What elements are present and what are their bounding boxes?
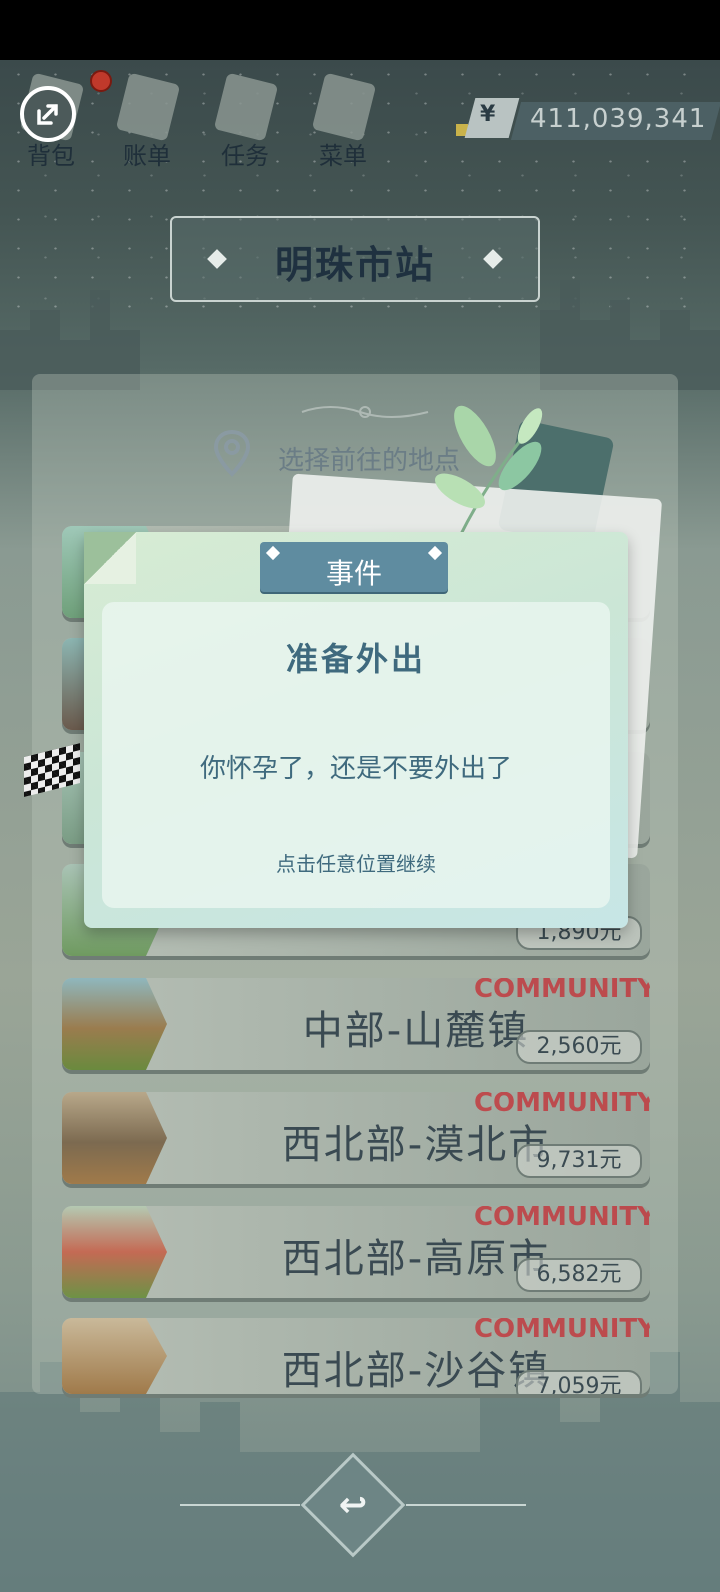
station-title-box: 明珠市站 xyxy=(170,216,540,302)
top-navigation: 背包 账单 任务 菜单 ¥ 411,039,341 xyxy=(0,60,720,170)
continue-hint: 点击任意位置继续 xyxy=(276,852,436,876)
currency-symbol: ¥ xyxy=(480,102,496,127)
nav-menu-label: 菜单 xyxy=(319,142,367,170)
nav-bill-label: 账单 xyxy=(123,142,171,170)
menu-icon xyxy=(311,72,377,142)
scroll-ornament xyxy=(301,406,429,418)
folded-corner xyxy=(84,532,136,584)
destination-thumbnail xyxy=(62,1318,167,1394)
destination-row[interactable]: COMMUNITY 西北部-漠北市 9,731元 xyxy=(62,1092,650,1184)
nav-bill[interactable]: 账单 xyxy=(104,70,190,170)
location-pin-icon xyxy=(213,429,251,477)
bill-icon xyxy=(115,72,181,142)
nav-task[interactable]: 任务 xyxy=(202,70,288,170)
destination-price: 2,560元 xyxy=(516,1030,642,1064)
task-icon xyxy=(213,72,279,142)
return-arrow-icon: ↩ xyxy=(338,1485,368,1525)
station-title: 明珠市站 xyxy=(274,243,435,287)
destination-price: 9,731元 xyxy=(516,1144,642,1178)
divider-line xyxy=(180,1504,300,1506)
destination-row[interactable]: COMMUNITY 西北部-高原市 6,582元 xyxy=(62,1206,650,1298)
status-bar xyxy=(0,0,720,60)
destination-row[interactable]: COMMUNITY 西北部-沙谷镇 7,059元 xyxy=(62,1318,650,1394)
money-amount: 411,039,341 xyxy=(530,104,707,134)
destination-price: 6,582元 xyxy=(516,1258,642,1292)
share-button[interactable] xyxy=(20,86,76,142)
nav-task-label: 任务 xyxy=(221,142,269,170)
event-message: 你怀孕了，还是不要外出了 xyxy=(199,754,512,784)
destination-price: 7,059元 xyxy=(516,1370,642,1394)
leaf-decoration xyxy=(435,405,543,537)
event-tab-label: 事件 xyxy=(325,557,382,590)
share-icon xyxy=(37,104,58,125)
event-dialog[interactable]: 事件 准备外出 你怀孕了，还是不要外出了 点击任意位置继续 xyxy=(84,532,628,928)
nav-menu[interactable]: 菜单 xyxy=(300,70,386,170)
event-title: 准备外出 xyxy=(285,640,426,678)
divider-line xyxy=(406,1504,526,1506)
destination-row[interactable]: COMMUNITY 中部-山麓镇 2,560元 xyxy=(62,978,650,1070)
money-display: ¥ 411,039,341 xyxy=(456,98,720,142)
destination-thumbnail xyxy=(62,978,167,1070)
destination-thumbnail xyxy=(62,1092,167,1184)
destination-thumbnail xyxy=(62,1206,167,1298)
event-tab: 事件 xyxy=(260,542,448,592)
